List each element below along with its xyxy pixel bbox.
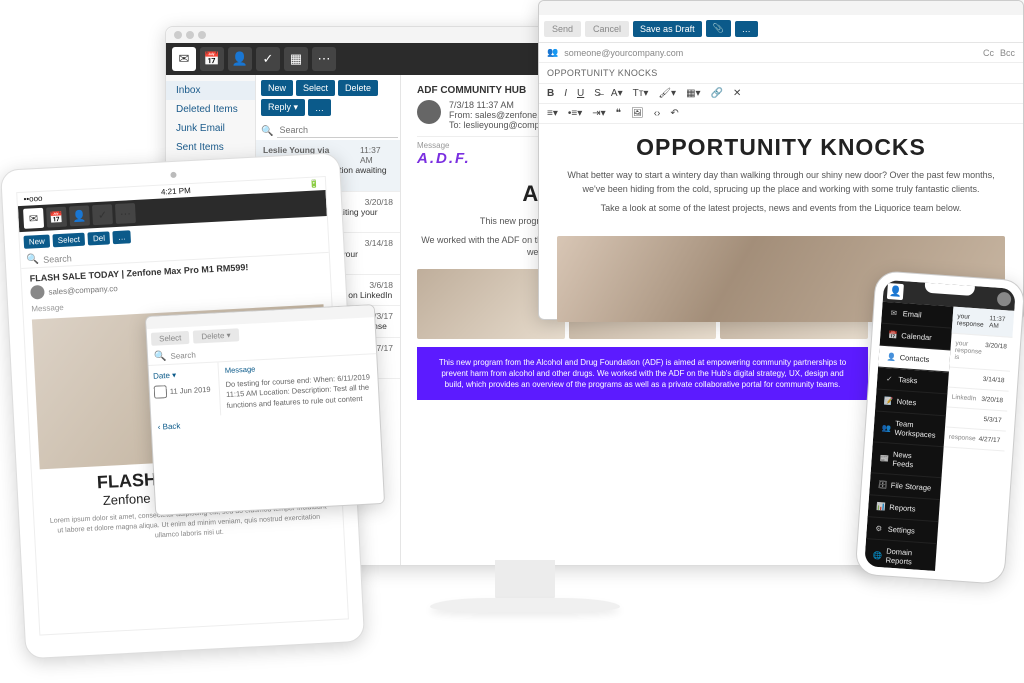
bcc-link[interactable]: Bcc <box>1000 48 1015 58</box>
sidebar-item-deleted[interactable]: Deleted Items <box>166 100 255 119</box>
mail-icon[interactable]: ✉ <box>172 47 196 71</box>
indent-icon[interactable]: ⇥▾ <box>592 108 605 119</box>
avatar[interactable] <box>997 292 1012 307</box>
more-button[interactable]: … <box>735 21 758 37</box>
to-field[interactable]: someone@yourcompany.com <box>564 48 683 58</box>
camera-dot <box>170 172 176 178</box>
underline-icon[interactable]: U <box>577 88 584 99</box>
format-toolbar: B I U S̶ A▾ Tᴛ▾ 🖌▾ ▦▾ 🔗 ✕ <box>539 84 1023 104</box>
person-icon: 👥 <box>547 47 558 58</box>
search-icon <box>261 125 273 137</box>
select-button[interactable]: Select <box>52 233 85 248</box>
list-item[interactable]: your response is3/20/18 <box>949 334 1013 372</box>
row-checkbox[interactable] <box>154 385 168 399</box>
save-draft-button[interactable]: Save as Draft <box>633 21 702 37</box>
clear-icon[interactable]: ✕ <box>733 88 741 99</box>
phone-device: 👤 ✉Email📅Calendar👤Contacts✓Tasks📝Notes👥T… <box>855 270 1024 585</box>
compose-headline: OPPORTUNITY KNOCKS <box>559 134 1003 161</box>
popup-window: Select Delete ▾ Search Date ▾ 11 Jun 201… <box>145 304 385 516</box>
message-body: Do testing for course end: When: 6/11/20… <box>225 372 372 411</box>
italic-icon[interactable]: I <box>564 88 567 99</box>
list-item[interactable]: response4/27/17 <box>943 427 1006 451</box>
calendar-icon[interactable]: 📅 <box>200 47 224 71</box>
select-button[interactable]: Select <box>296 80 335 96</box>
search-input[interactable] <box>277 123 398 138</box>
attach-button[interactable]: 📎 <box>706 20 731 37</box>
new-button[interactable]: New <box>23 234 50 248</box>
calendar-icon[interactable]: 📅 <box>46 207 67 228</box>
search-icon <box>154 351 167 363</box>
cc-link[interactable]: Cc <box>983 48 994 58</box>
more-icon[interactable]: ⋯ <box>115 203 136 224</box>
notes-icon[interactable]: ▦ <box>284 47 308 71</box>
quote-icon[interactable]: ❝ <box>616 108 621 119</box>
subject-field[interactable]: OPPORTUNITY KNOCKS <box>539 63 1023 84</box>
more-button[interactable]: … <box>113 230 132 244</box>
compose-body[interactable]: OPPORTUNITY KNOCKS What better way to st… <box>539 124 1023 226</box>
sidebar-item-sent[interactable]: Sent Items <box>166 138 255 157</box>
menu-item-team-workspaces[interactable]: 👥Team Workspaces <box>873 411 946 447</box>
table-icon[interactable]: ▦▾ <box>686 88 700 99</box>
menu-item-news-feeds[interactable]: 📰News Feeds <box>871 442 944 478</box>
menu-item-domain-settings[interactable]: 🌐Domain Settings <box>864 570 934 575</box>
tasks-icon[interactable]: ✓ <box>256 47 280 71</box>
sidebar-item-junk[interactable]: Junk Email <box>166 119 255 138</box>
compose-paragraph: What better way to start a wintery day t… <box>559 169 1003 196</box>
delete-button[interactable]: Delete <box>338 80 378 96</box>
color-icon[interactable]: 🖌▾ <box>658 88 676 99</box>
monitor-stand <box>430 560 620 630</box>
more-icon[interactable]: ⋯ <box>312 47 336 71</box>
cancel-button[interactable]: Cancel <box>585 21 629 37</box>
search-row <box>261 123 395 138</box>
bold-icon[interactable]: B <box>547 88 554 99</box>
avatar <box>417 100 441 124</box>
more-button[interactable]: … <box>308 99 331 116</box>
strike-icon[interactable]: S̶ <box>594 88 601 99</box>
delete-button[interactable]: Del <box>88 231 111 245</box>
contacts-icon[interactable]: 👤 <box>887 283 904 300</box>
window-chrome <box>539 1 1023 15</box>
format-toolbar-2: ≡▾ •≡▾ ⇥▾ ❝ 🖼 ‹› ↶ <box>539 104 1023 124</box>
size-icon[interactable]: Tᴛ▾ <box>633 88 649 99</box>
link-icon[interactable]: 🔗 <box>711 88 723 99</box>
code-icon[interactable]: ‹› <box>654 108 661 119</box>
contacts-icon[interactable]: 👤 <box>228 47 252 71</box>
highlight-banner: This new program from the Alcohol and Dr… <box>417 347 868 401</box>
image-icon[interactable]: 🖼 <box>631 108 644 119</box>
tasks-icon[interactable]: ✓ <box>92 204 113 225</box>
delete-button[interactable]: Delete ▾ <box>193 328 239 343</box>
compose-window: Send Cancel Save as Draft 📎 … 👥 someone@… <box>538 0 1024 320</box>
search-icon <box>26 254 39 266</box>
reply-button[interactable]: Reply ▾ <box>261 99 305 116</box>
select-button[interactable]: Select <box>151 331 190 346</box>
contacts-icon[interactable]: 👤 <box>69 205 90 226</box>
list-item[interactable]: your response11:37 AM <box>951 307 1014 338</box>
avatar <box>30 285 45 300</box>
mail-icon[interactable]: ✉ <box>23 208 44 229</box>
menu-item-domain-reports[interactable]: 🌐Domain Reports <box>864 539 936 575</box>
font-icon[interactable]: A▾ <box>611 88 623 99</box>
list-icon[interactable]: •≡▾ <box>568 108 582 119</box>
send-button[interactable]: Send <box>544 21 581 37</box>
compose-paragraph: Take a look at some of the latest projec… <box>559 202 1003 216</box>
undo-icon[interactable]: ↶ <box>670 108 678 119</box>
align-icon[interactable]: ≡▾ <box>547 108 558 119</box>
new-button[interactable]: New <box>261 80 293 96</box>
sidebar-item-inbox[interactable]: Inbox <box>166 81 255 100</box>
list-item[interactable]: 11 Jun 2019 <box>153 380 215 402</box>
